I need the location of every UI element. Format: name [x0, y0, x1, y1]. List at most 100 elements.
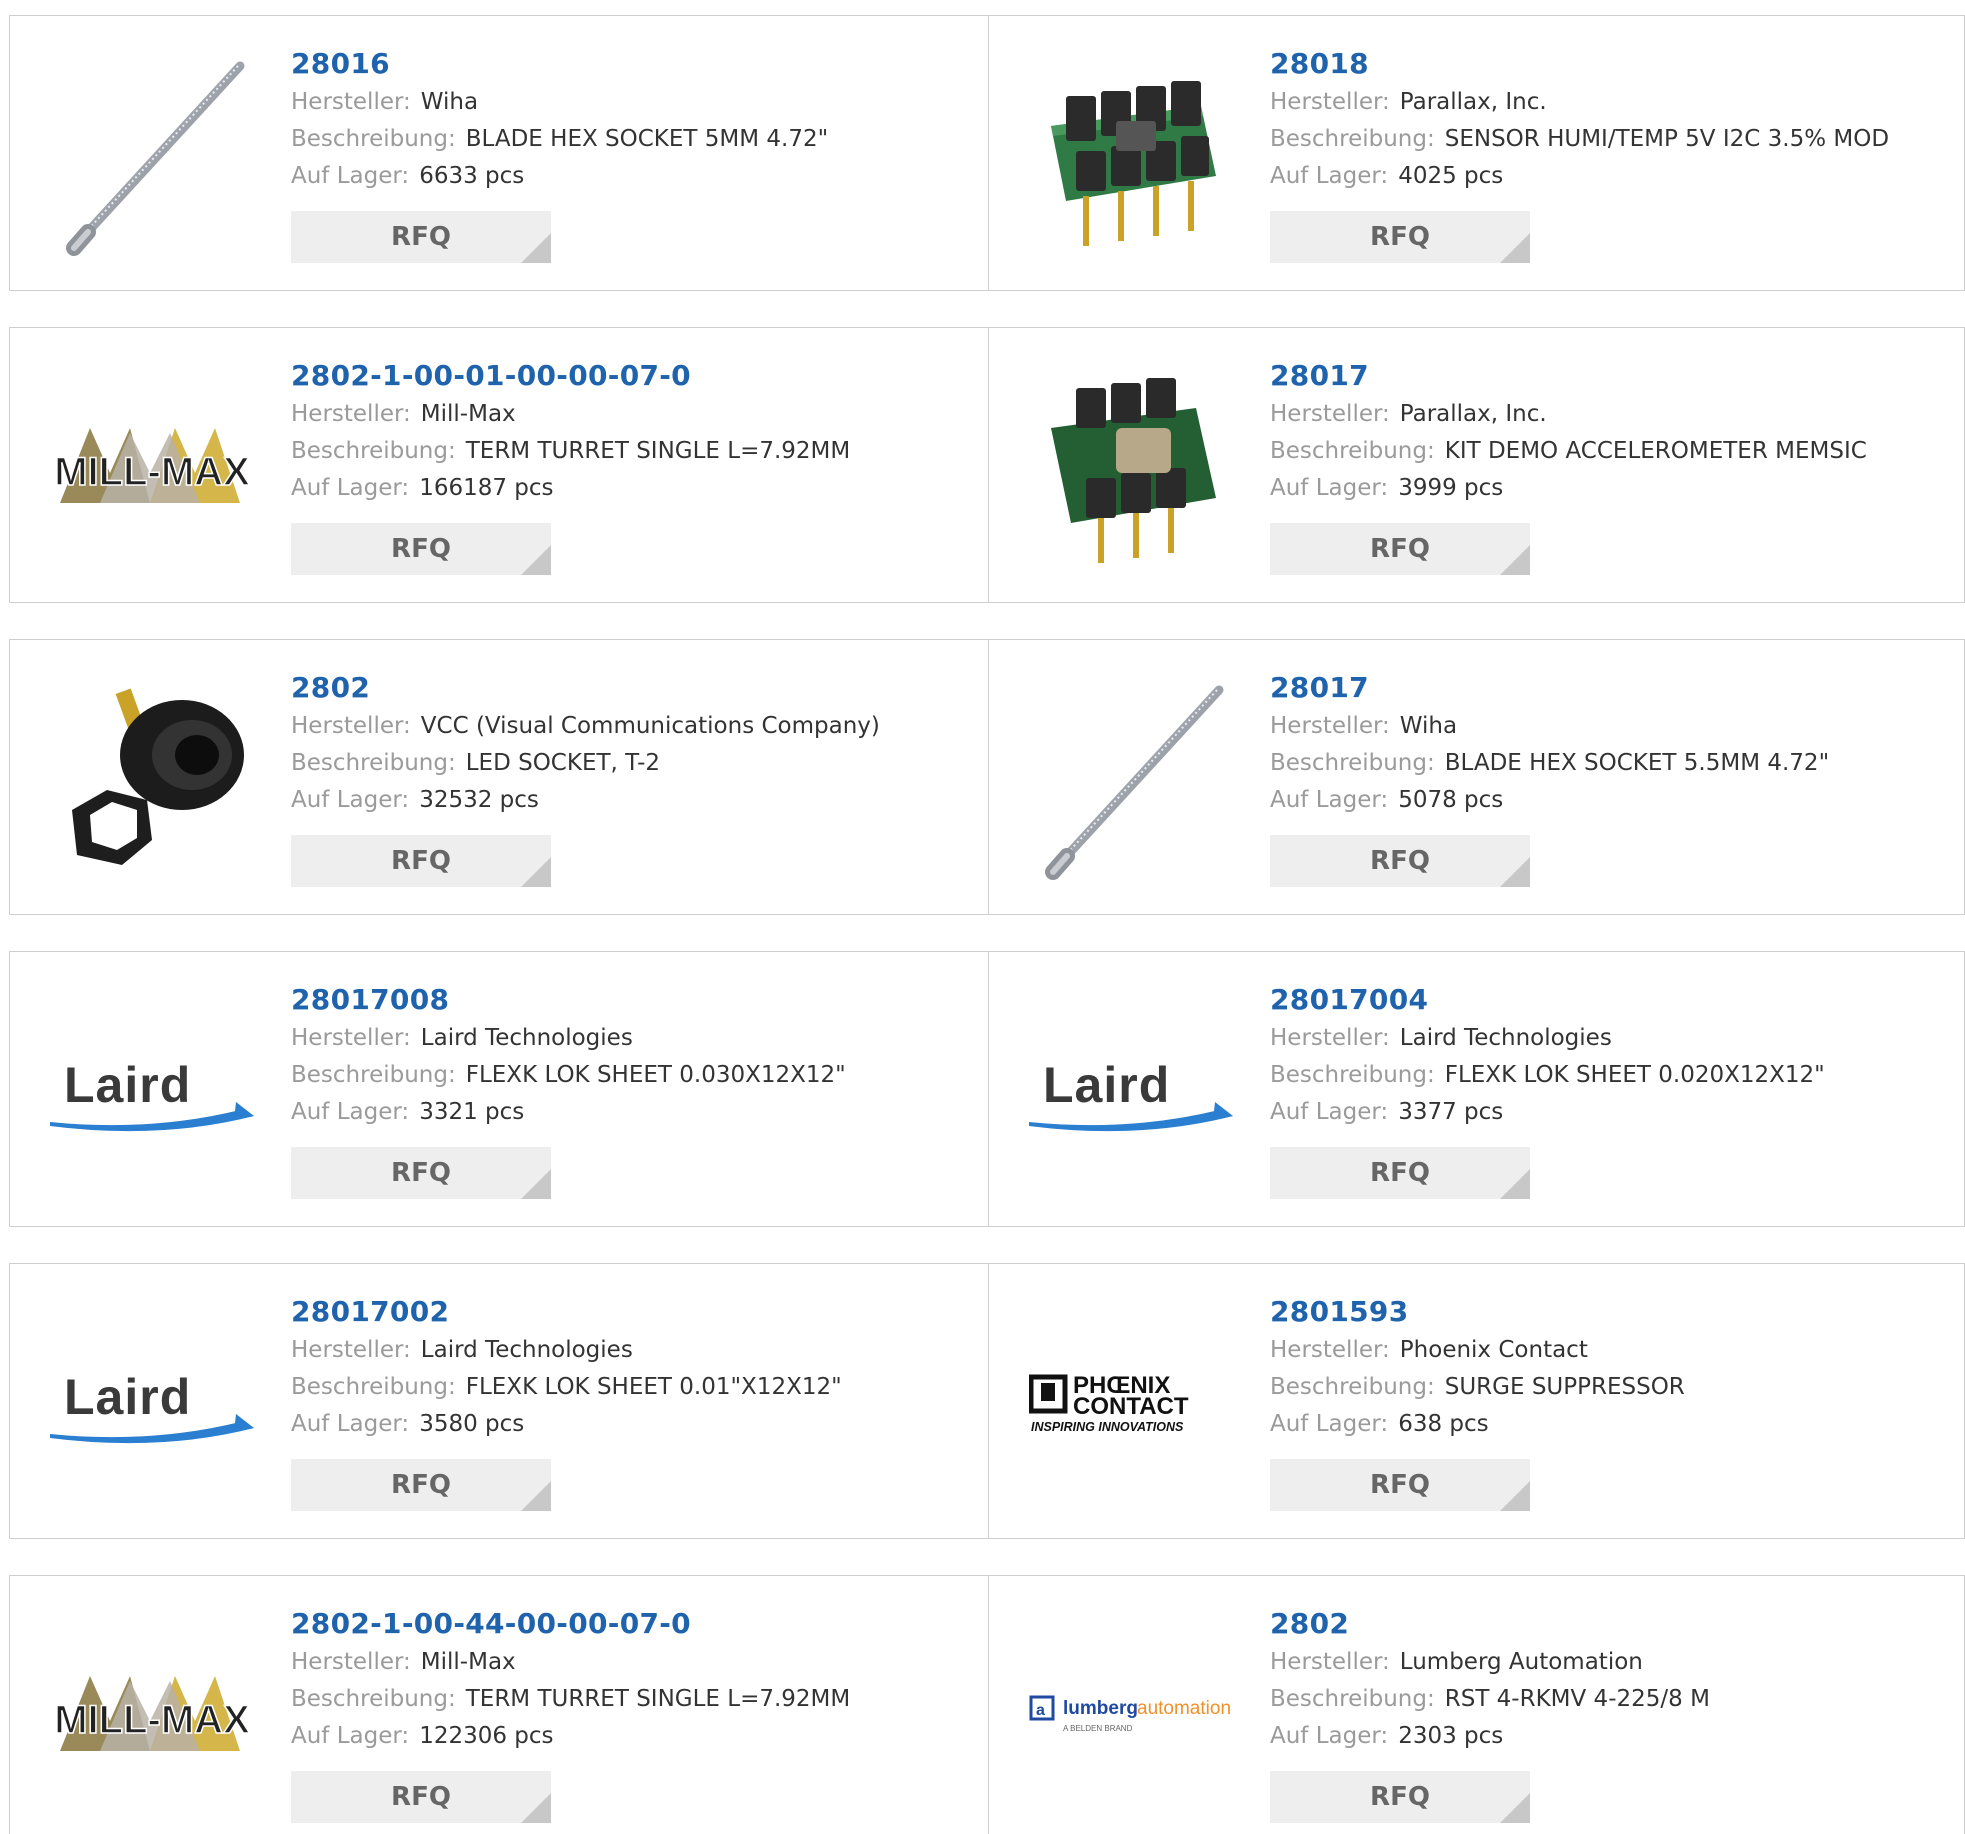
description-label: Beschreibung:: [1270, 1062, 1435, 1088]
manufacturer-label: Hersteller:: [1270, 401, 1390, 427]
manufacturer-value: Parallax, Inc.: [1399, 89, 1547, 115]
stock-line: Auf Lager: 3580 pcs: [291, 1406, 978, 1443]
stock-value: 3999 pcs: [1398, 475, 1504, 501]
product-row: MILL-MAX 2802-1-00-01-00-00-07-0 Herstell…: [9, 327, 1965, 603]
led-socket-image: [72, 688, 244, 865]
product-thumbnail[interactable]: [1029, 54, 1233, 258]
rfq-button[interactable]: RFQ: [1270, 1771, 1530, 1823]
rfq-button[interactable]: RFQ: [1270, 1459, 1530, 1511]
rfq-button[interactable]: RFQ: [1270, 523, 1530, 575]
product-info: 28017 Hersteller: Wiha Beschreibung: BLADE H…: [1270, 668, 1954, 887]
manufacturer-line: Hersteller: Wiha: [291, 84, 978, 121]
product-info: 28017 Hersteller: Parallax, Inc. Beschreibu…: [1270, 356, 1954, 575]
product-info: 2802-1-00-01-00-00-07-0 Hersteller: Mill-M…: [291, 356, 978, 575]
description-value: TERM TURRET SINGLE L=7.92MM: [465, 438, 851, 464]
product-thumbnail[interactable]: [50, 54, 254, 258]
part-number-link[interactable]: 2802: [1270, 1604, 1954, 1644]
description-value: RST 4-RKMV 4-225/8 M: [1444, 1686, 1710, 1712]
product-card: 28016 Hersteller: Wiha Beschreibung: BLADE H…: [10, 16, 988, 290]
product-thumbnail[interactable]: [50, 678, 254, 882]
product-info: 2802 Hersteller: VCC (Visual Communication…: [291, 668, 978, 887]
product-thumbnail[interactable]: MILL-MAX: [50, 366, 254, 570]
svg-text:A BELDEN BRAND: A BELDEN BRAND: [1063, 1724, 1133, 1733]
product-thumbnail[interactable]: [1029, 678, 1233, 882]
manufacturer-label: Hersteller:: [1270, 1337, 1390, 1363]
part-number-link[interactable]: 28017004: [1270, 980, 1954, 1020]
part-number-link[interactable]: 28017: [1270, 356, 1954, 396]
product-thumbnail[interactable]: a lumberg automation A BELDEN BRAND: [1029, 1614, 1233, 1818]
description-line: Beschreibung: FLEXK LOK SHEET 0.020X12X12…: [1270, 1057, 1954, 1094]
stock-label: Auf Lager:: [1270, 475, 1389, 501]
rfq-button[interactable]: RFQ: [291, 523, 551, 575]
svg-text:INSPIRING INNOVATIONS: INSPIRING INNOVATIONS: [1031, 1420, 1184, 1434]
product-card: MILL-MAX 2802-1-00-44-00-00-07-0 Herstell…: [10, 1576, 988, 1834]
description-value: BLADE HEX SOCKET 5MM 4.72": [465, 126, 829, 152]
svg-text:MILL-MAX: MILL-MAX: [54, 450, 250, 494]
part-number-link[interactable]: 28018: [1270, 44, 1954, 84]
description-value: SURGE SUPPRESSOR: [1444, 1374, 1685, 1400]
part-number-link[interactable]: 28016: [291, 44, 978, 84]
stock-value: 2303 pcs: [1398, 1723, 1504, 1749]
manufacturer-line: Hersteller: Mill-Max: [291, 1644, 978, 1681]
rfq-button[interactable]: RFQ: [291, 835, 551, 887]
part-number-link[interactable]: 28017: [1270, 668, 1954, 708]
part-number-link[interactable]: 2801593: [1270, 1292, 1954, 1332]
description-label: Beschreibung:: [1270, 750, 1435, 776]
corner-triangle-icon: [521, 857, 551, 887]
part-number-link[interactable]: 28017002: [291, 1292, 978, 1332]
corner-triangle-icon: [521, 1481, 551, 1511]
millmax-logo: MILL-MAX: [53, 1676, 251, 1751]
stock-line: Auf Lager: 3999 pcs: [1270, 470, 1954, 507]
stock-line: Auf Lager: 2303 pcs: [1270, 1718, 1954, 1755]
manufacturer-label: Hersteller:: [291, 401, 411, 427]
product-info: 28017004 Hersteller: Laird Technologies Bes…: [1270, 980, 1954, 1199]
description-line: Beschreibung: TERM TURRET SINGLE L=7.92MM: [291, 433, 978, 470]
stock-value: 32532 pcs: [419, 787, 539, 813]
corner-triangle-icon: [521, 545, 551, 575]
stock-line: Auf Lager: 6633 pcs: [291, 158, 978, 195]
manufacturer-label: Hersteller:: [291, 1649, 411, 1675]
stock-label: Auf Lager:: [291, 475, 410, 501]
stock-line: Auf Lager: 4025 pcs: [1270, 158, 1954, 195]
svg-text:CONTACT: CONTACT: [1073, 1393, 1189, 1420]
rfq-label: RFQ: [1370, 1782, 1430, 1812]
stock-value: 638 pcs: [1398, 1411, 1489, 1437]
rfq-button[interactable]: RFQ: [1270, 1147, 1530, 1199]
laird-logo: Laird: [50, 1052, 254, 1132]
part-number-link[interactable]: 2802-1-00-01-00-00-07-0: [291, 356, 978, 396]
product-thumbnail[interactable]: MILL-MAX: [50, 1614, 254, 1818]
manufacturer-label: Hersteller:: [291, 713, 411, 739]
laird-logo: Laird: [50, 1364, 254, 1444]
laird-logo: Laird: [1029, 1052, 1233, 1132]
product-row: 28016 Hersteller: Wiha Beschreibung: BLADE H…: [9, 15, 1965, 291]
manufacturer-value: Parallax, Inc.: [1399, 401, 1547, 427]
product-thumbnail[interactable]: Laird: [50, 1302, 254, 1506]
rfq-button[interactable]: RFQ: [1270, 835, 1530, 887]
manufacturer-line: Hersteller: Parallax, Inc.: [1270, 396, 1954, 433]
product-card: 2802 Hersteller: VCC (Visual Communication…: [10, 640, 988, 914]
rfq-button[interactable]: RFQ: [1270, 211, 1530, 263]
rfq-label: RFQ: [391, 1470, 451, 1500]
product-info: 2802 Hersteller: Lumberg Automation Beschre…: [1270, 1604, 1954, 1823]
product-thumbnail[interactable]: Laird: [50, 990, 254, 1194]
rfq-button[interactable]: RFQ: [291, 211, 551, 263]
rfq-button[interactable]: RFQ: [291, 1147, 551, 1199]
rfq-button[interactable]: RFQ: [291, 1459, 551, 1511]
description-line: Beschreibung: TERM TURRET SINGLE L=7.92MM: [291, 1681, 978, 1718]
product-thumbnail[interactable]: Laird: [1029, 990, 1233, 1194]
product-thumbnail[interactable]: [1029, 366, 1233, 570]
part-number-link[interactable]: 28017008: [291, 980, 978, 1020]
part-number-link[interactable]: 2802: [291, 668, 978, 708]
stock-line: Auf Lager: 638 pcs: [1270, 1406, 1954, 1443]
stock-line: Auf Lager: 5078 pcs: [1270, 782, 1954, 819]
part-number-link[interactable]: 2802-1-00-44-00-00-07-0: [291, 1604, 978, 1644]
manufacturer-line: Hersteller: VCC (Visual Communications Co…: [291, 708, 978, 745]
description-line: Beschreibung: BLADE HEX SOCKET 5.5MM 4.72…: [1270, 745, 1954, 782]
product-thumbnail[interactable]: PHŒNIX CONTACT INSPIRING INNOVATIONS: [1029, 1302, 1233, 1506]
svg-text:a: a: [1036, 1702, 1045, 1719]
rfq-button[interactable]: RFQ: [291, 1771, 551, 1823]
stock-line: Auf Lager: 3377 pcs: [1270, 1094, 1954, 1131]
corner-triangle-icon: [1500, 545, 1530, 575]
description-line: Beschreibung: LED SOCKET, T-2: [291, 745, 978, 782]
rfq-label: RFQ: [391, 534, 451, 564]
